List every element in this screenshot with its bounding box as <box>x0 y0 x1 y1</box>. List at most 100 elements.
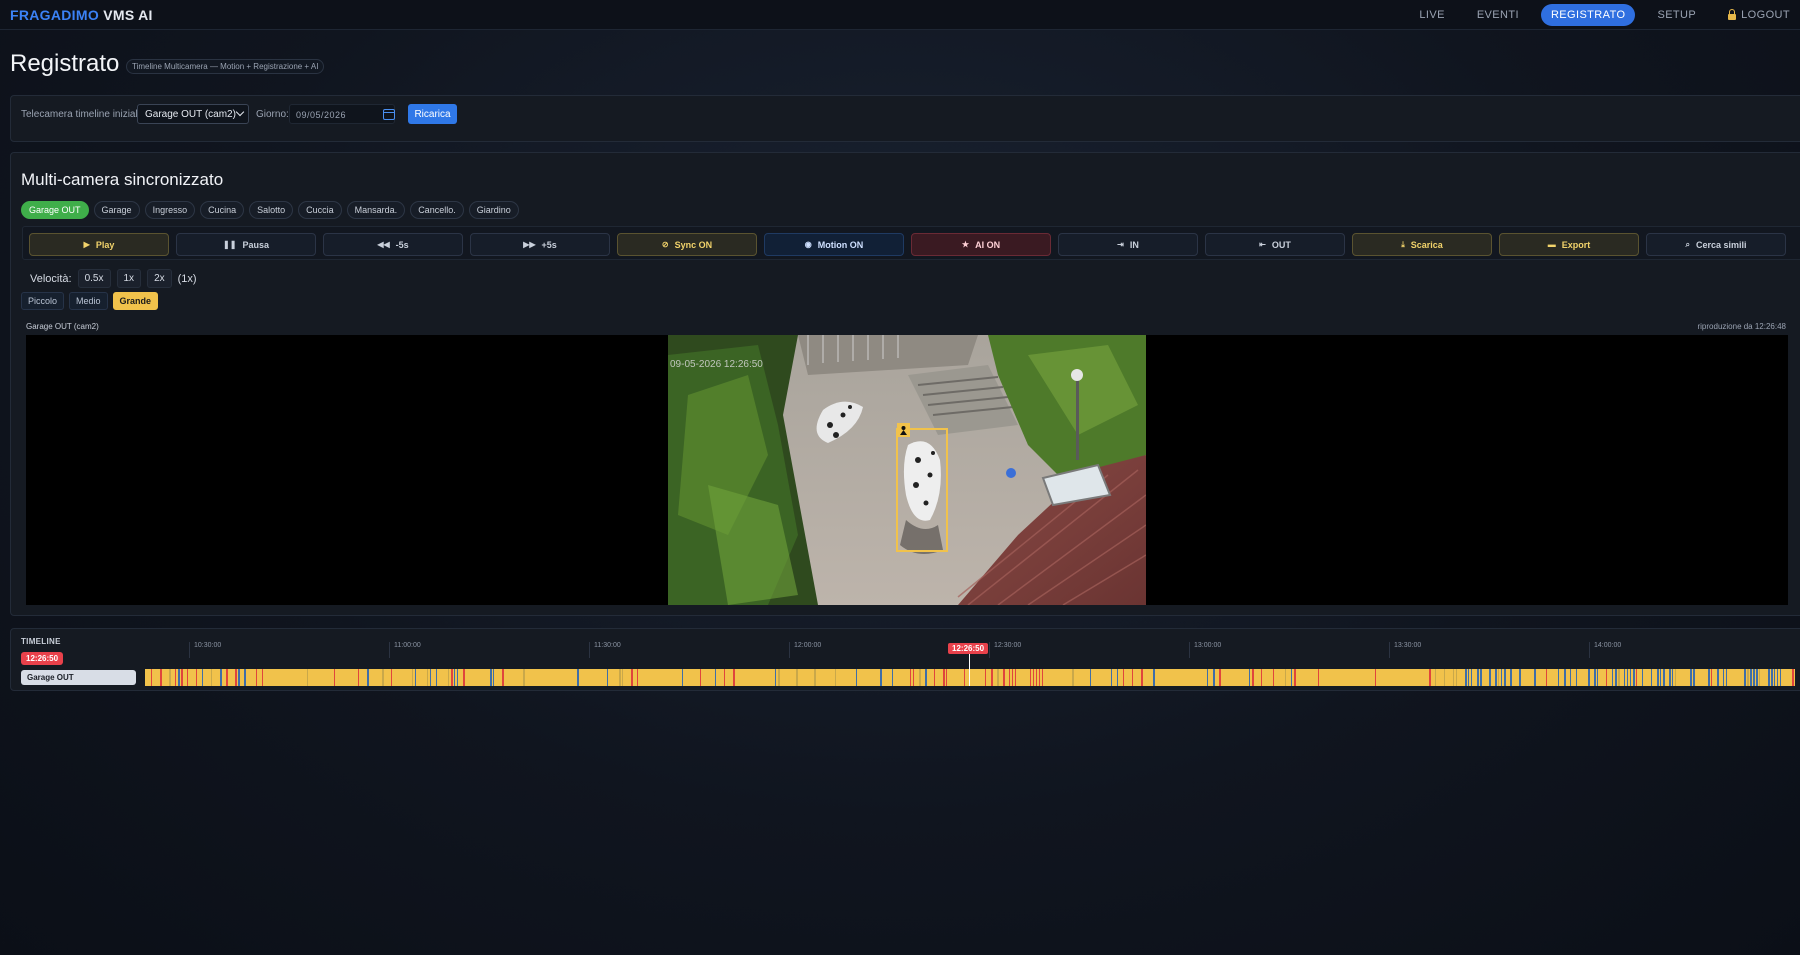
page-title: Registrato <box>10 50 120 77</box>
export-label: Export <box>1561 239 1591 250</box>
timeline-segment <box>1012 669 1013 686</box>
nav-live[interactable]: LIVE <box>1409 4 1454 26</box>
camera-chip[interactable]: Cucina <box>200 201 245 219</box>
mark-in-label: IN <box>1129 239 1139 250</box>
camera-chip[interactable]: Salotto <box>249 201 294 219</box>
timeline-current-time: 12:26:50 <box>21 652 64 665</box>
timeline-segment <box>1003 669 1005 686</box>
speed-option[interactable]: 1x <box>116 269 142 288</box>
app-logo[interactable]: FRAGADIMO VMS AI <box>10 7 153 23</box>
timeline-segment <box>502 669 504 686</box>
timeline-segment <box>1510 669 1512 686</box>
video-frame[interactable]: 09-05-2026 12:26:50 <box>668 335 1146 605</box>
export-button[interactable]: ▬ Export <box>1499 233 1639 256</box>
timeline-track[interactable] <box>145 669 1795 686</box>
camera-chip[interactable]: Cancello. <box>410 201 464 219</box>
timeline-segment <box>1660 669 1661 686</box>
timeline-segment <box>919 669 921 686</box>
timeline-segment <box>814 669 816 686</box>
player-camera-label: Garage OUT (cam2) <box>26 322 99 331</box>
timeline-segment <box>1708 669 1710 686</box>
motion-label: Motion ON <box>817 239 864 250</box>
nav-eventi[interactable]: EVENTI <box>1467 4 1529 26</box>
timeline-segment <box>1564 669 1566 686</box>
download-button[interactable]: ⤓ Scarica <box>1352 233 1492 256</box>
camera-chip[interactable]: Garage OUT <box>21 201 89 219</box>
play-button[interactable]: ▶ Play <box>29 233 169 256</box>
timeline-segment <box>415 669 416 686</box>
timeline-segment <box>1774 669 1775 686</box>
camera-chip[interactable]: Cuccia <box>298 201 342 219</box>
mark-in-button[interactable]: ⇥ IN <box>1058 233 1198 256</box>
timeline-segment <box>1672 669 1673 686</box>
mark-out-button[interactable]: ⇤ OUT <box>1205 233 1345 256</box>
timeline-segment <box>1597 669 1598 686</box>
speed-option[interactable]: 2x <box>147 269 172 288</box>
camera-chip[interactable]: Mansarda. <box>346 201 406 219</box>
day-input[interactable]: 09/05/2026 <box>289 104 395 124</box>
timeline-segment <box>262 669 263 686</box>
timeline-segment <box>334 669 335 686</box>
timeline-segment <box>1153 669 1155 686</box>
speed-option[interactable]: 0.5x <box>77 269 111 288</box>
timeline-segment <box>1558 669 1559 686</box>
motion-toggle[interactable]: ◉ Motion ON <box>764 233 904 256</box>
playback-info: riproduzione da 12:26:48 <box>1697 322 1786 331</box>
timeline-segment <box>1651 669 1652 686</box>
pause-button[interactable]: ❚❚ Pausa <box>176 233 316 256</box>
timeline-segment <box>1747 669 1749 686</box>
calendar-icon[interactable] <box>383 109 395 120</box>
camera-chip[interactable]: Garage <box>93 201 140 219</box>
timeline-segment <box>220 669 222 686</box>
timeline-segment <box>358 669 359 686</box>
timeline-segment <box>181 669 183 686</box>
timeline-segment <box>1294 669 1296 686</box>
size-large-button[interactable]: Grande <box>112 292 159 310</box>
camera-chip[interactable]: Ingresso <box>144 201 196 219</box>
timeline-segment <box>1750 669 1752 686</box>
nav-logout[interactable]: LOGOUT <box>1718 4 1800 26</box>
timeline-segment <box>1777 669 1778 686</box>
timeline-playhead[interactable] <box>969 654 970 686</box>
search-similar-button[interactable]: ⌕ Cerca simili <box>1646 233 1786 256</box>
nav-registrato[interactable]: REGISTRATO <box>1540 4 1636 26</box>
timeline-segment <box>1675 669 1676 686</box>
camera-select[interactable]: Garage OUT (cam2) <box>137 104 249 124</box>
timeline-segment <box>1456 669 1457 686</box>
timeline-segment <box>523 669 525 686</box>
day-label: Giorno: <box>256 109 289 120</box>
timeline-segment <box>637 669 638 686</box>
timeline-segment <box>892 669 893 686</box>
timeline-segment <box>1273 669 1274 686</box>
timeline-segment <box>436 669 437 686</box>
timeline-segment <box>1780 669 1781 686</box>
size-medium-button[interactable]: Medio <box>69 292 108 310</box>
playback-controls: ▶ Play ❚❚ Pausa ◀◀ -5s ▶▶ +5s ⊘ Sync ON ◉ Moti… <box>22 226 1800 260</box>
timeline-segment <box>607 669 608 686</box>
forward-5s-button[interactable]: ▶▶ +5s <box>470 233 610 256</box>
timeline-segment <box>151 669 152 686</box>
sync-toggle[interactable]: ⊘ Sync ON <box>617 233 757 256</box>
breadcrumb: Timeline Multicamera — Motion + Registra… <box>126 59 325 74</box>
back-5s-button[interactable]: ◀◀ -5s <box>323 233 463 256</box>
timeline-segment <box>1726 669 1727 686</box>
ai-detection-box[interactable] <box>896 428 948 552</box>
timeline-row-label[interactable]: Garage OUT <box>21 670 136 685</box>
timeline-segment <box>1042 669 1043 686</box>
timeline-segment <box>856 669 857 686</box>
camera-chip[interactable]: Giardino <box>468 201 519 219</box>
download-icon: ⤓ <box>1401 239 1405 249</box>
timeline-segment <box>925 669 927 686</box>
timeline-tick: 13:30:00 <box>1389 642 1421 658</box>
ai-toggle[interactable]: ★ AI ON <box>911 233 1051 256</box>
camera-select-value: Garage OUT (cam2) <box>145 109 236 120</box>
camera-chips: Garage OUT Garage Ingresso Cucina Salott… <box>21 201 524 219</box>
timeline-segment <box>1453 669 1454 686</box>
size-small-button[interactable]: Piccolo <box>21 292 65 310</box>
timeline-segment <box>775 669 776 686</box>
timeline-cursor-time: 12:26:50 <box>948 643 989 654</box>
nav-setup[interactable]: SETUP <box>1647 4 1706 26</box>
reload-button[interactable]: Ricarica <box>408 104 457 124</box>
timeline-segment <box>1717 669 1719 686</box>
export-icon: ▬ <box>1547 240 1556 249</box>
